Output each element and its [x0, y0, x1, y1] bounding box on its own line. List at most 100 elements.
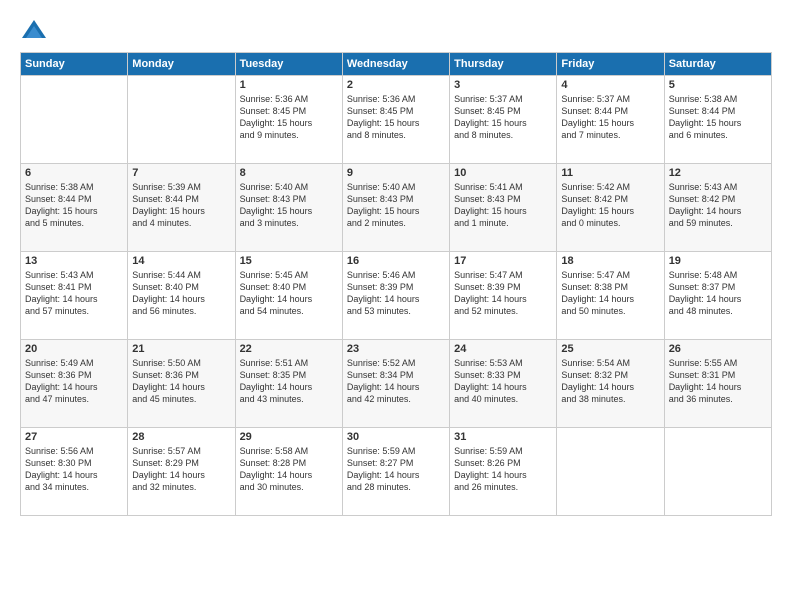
weekday-header-saturday: Saturday: [664, 53, 771, 76]
calendar-cell: 19 Sunrise: 5:48 AM Sunset: 8:37 PM Dayli…: [664, 252, 771, 340]
logo: [20, 16, 52, 44]
calendar-cell: 26 Sunrise: 5:55 AM Sunset: 8:31 PM Dayli…: [664, 340, 771, 428]
day-number: 28: [132, 431, 230, 443]
calendar-cell: [557, 428, 664, 516]
calendar-cell: 30Sunrise: 5:59 AM Sunset: 8:27 PM Dayli…: [342, 428, 449, 516]
day-number: 12: [669, 167, 767, 179]
calendar-cell: [128, 76, 235, 164]
calendar-cell: 9 Sunrise: 5:40 AM Sunset: 8:43 PM Daylig…: [342, 164, 449, 252]
day-number: 7: [132, 167, 230, 179]
calendar-week-row: 1 Sunrise: 5:36 AM Sunset: 8:45 PM Daylig…: [21, 76, 772, 164]
calendar-cell: 7 Sunrise: 5:39 AM Sunset: 8:44 PM Daylig…: [128, 164, 235, 252]
day-info: Sunrise: 5:51 AM Sunset: 8:35 PM Dayligh…: [240, 357, 338, 406]
day-info: Sunrise: 5:44 AM Sunset: 8:40 PM Dayligh…: [132, 269, 230, 318]
day-info: Sunrise: 5:54 AM Sunset: 8:32 PM Dayligh…: [561, 357, 659, 406]
day-number: 22: [240, 343, 338, 355]
calendar-cell: 20 Sunrise: 5:49 AM Sunset: 8:36 PM Dayli…: [21, 340, 128, 428]
weekday-header-thursday: Thursday: [450, 53, 557, 76]
page: SundayMondayTuesdayWednesdayThursdayFrid…: [0, 0, 792, 612]
calendar-cell: 14 Sunrise: 5:44 AM Sunset: 8:40 PM Dayli…: [128, 252, 235, 340]
day-number: 27: [25, 431, 123, 443]
day-number: 14: [132, 255, 230, 267]
day-info: Sunrise: 5:38 AM Sunset: 8:44 PM Dayligh…: [25, 181, 123, 230]
day-number: 13: [25, 255, 123, 267]
day-number: 21: [132, 343, 230, 355]
calendar-cell: 24 Sunrise: 5:53 AM Sunset: 8:33 PM Dayli…: [450, 340, 557, 428]
day-number: 31: [454, 431, 552, 443]
day-number: 6: [25, 167, 123, 179]
day-number: 19: [669, 255, 767, 267]
day-info: Sunrise: 5:42 AM Sunset: 8:42 PM Dayligh…: [561, 181, 659, 230]
day-info: Sunrise: 5:53 AM Sunset: 8:33 PM Dayligh…: [454, 357, 552, 406]
day-info: Sunrise: 5:38 AM Sunset: 8:44 PM Dayligh…: [669, 93, 767, 142]
day-number: 26: [669, 343, 767, 355]
day-number: 3: [454, 79, 552, 91]
day-number: 23: [347, 343, 445, 355]
day-number: 8: [240, 167, 338, 179]
calendar-cell: 28Sunrise: 5:57 AM Sunset: 8:29 PM Dayli…: [128, 428, 235, 516]
logo-icon: [20, 16, 48, 44]
calendar-cell: 5 Sunrise: 5:38 AM Sunset: 8:44 PM Daylig…: [664, 76, 771, 164]
day-info: Sunrise: 5:58 AM Sunset: 8:28 PM Dayligh…: [240, 445, 338, 494]
calendar-cell: [664, 428, 771, 516]
day-info: Sunrise: 5:55 AM Sunset: 8:31 PM Dayligh…: [669, 357, 767, 406]
calendar-cell: 23 Sunrise: 5:52 AM Sunset: 8:34 PM Dayli…: [342, 340, 449, 428]
calendar-cell: 22 Sunrise: 5:51 AM Sunset: 8:35 PM Dayli…: [235, 340, 342, 428]
day-number: 30: [347, 431, 445, 443]
day-number: 18: [561, 255, 659, 267]
calendar-cell: 2Sunrise: 5:36 AM Sunset: 8:45 PM Daylig…: [342, 76, 449, 164]
weekday-header-friday: Friday: [557, 53, 664, 76]
calendar-week-row: 27 Sunrise: 5:56 AM Sunset: 8:30 PM Dayli…: [21, 428, 772, 516]
day-number: 20: [25, 343, 123, 355]
calendar-cell: 3 Sunrise: 5:37 AM Sunset: 8:45 PM Daylig…: [450, 76, 557, 164]
day-info: Sunrise: 5:40 AM Sunset: 8:43 PM Dayligh…: [347, 181, 445, 230]
day-number: 10: [454, 167, 552, 179]
day-number: 17: [454, 255, 552, 267]
weekday-header-sunday: Sunday: [21, 53, 128, 76]
day-number: 16: [347, 255, 445, 267]
day-info: Sunrise: 5:50 AM Sunset: 8:36 PM Dayligh…: [132, 357, 230, 406]
day-number: 15: [240, 255, 338, 267]
calendar-week-row: 20 Sunrise: 5:49 AM Sunset: 8:36 PM Dayli…: [21, 340, 772, 428]
day-info: Sunrise: 5:49 AM Sunset: 8:36 PM Dayligh…: [25, 357, 123, 406]
calendar-cell: 31 Sunrise: 5:59 AM Sunset: 8:26 PM Dayli…: [450, 428, 557, 516]
day-info: Sunrise: 5:37 AM Sunset: 8:45 PM Dayligh…: [454, 93, 552, 142]
calendar-cell: 17Sunrise: 5:47 AM Sunset: 8:39 PM Dayli…: [450, 252, 557, 340]
calendar-cell: 1 Sunrise: 5:36 AM Sunset: 8:45 PM Daylig…: [235, 76, 342, 164]
day-info: Sunrise: 5:36 AM Sunset: 8:45 PM Dayligh…: [347, 93, 445, 142]
day-info: Sunrise: 5:47 AM Sunset: 8:38 PM Dayligh…: [561, 269, 659, 318]
day-number: 9: [347, 167, 445, 179]
calendar-cell: 13 Sunrise: 5:43 AM Sunset: 8:41 PM Dayli…: [21, 252, 128, 340]
day-info: Sunrise: 5:45 AM Sunset: 8:40 PM Dayligh…: [240, 269, 338, 318]
day-info: Sunrise: 5:43 AM Sunset: 8:41 PM Dayligh…: [25, 269, 123, 318]
day-info: Sunrise: 5:48 AM Sunset: 8:37 PM Dayligh…: [669, 269, 767, 318]
day-info: Sunrise: 5:52 AM Sunset: 8:34 PM Dayligh…: [347, 357, 445, 406]
day-info: Sunrise: 5:46 AM Sunset: 8:39 PM Dayligh…: [347, 269, 445, 318]
day-info: Sunrise: 5:59 AM Sunset: 8:26 PM Dayligh…: [454, 445, 552, 494]
calendar-week-row: 6 Sunrise: 5:38 AM Sunset: 8:44 PM Daylig…: [21, 164, 772, 252]
day-number: 5: [669, 79, 767, 91]
calendar-cell: 6 Sunrise: 5:38 AM Sunset: 8:44 PM Daylig…: [21, 164, 128, 252]
calendar-cell: 29 Sunrise: 5:58 AM Sunset: 8:28 PM Dayli…: [235, 428, 342, 516]
calendar-cell: 27 Sunrise: 5:56 AM Sunset: 8:30 PM Dayli…: [21, 428, 128, 516]
day-number: 24: [454, 343, 552, 355]
day-info: Sunrise: 5:39 AM Sunset: 8:44 PM Dayligh…: [132, 181, 230, 230]
calendar-cell: 11 Sunrise: 5:42 AM Sunset: 8:42 PM Dayli…: [557, 164, 664, 252]
calendar-cell: 12 Sunrise: 5:43 AM Sunset: 8:42 PM Dayli…: [664, 164, 771, 252]
day-number: 25: [561, 343, 659, 355]
day-info: Sunrise: 5:41 AM Sunset: 8:43 PM Dayligh…: [454, 181, 552, 230]
calendar-cell: 21 Sunrise: 5:50 AM Sunset: 8:36 PM Dayli…: [128, 340, 235, 428]
day-number: 4: [561, 79, 659, 91]
day-info: Sunrise: 5:36 AM Sunset: 8:45 PM Dayligh…: [240, 93, 338, 142]
header: [20, 16, 772, 44]
day-number: 29: [240, 431, 338, 443]
calendar-cell: 8Sunrise: 5:40 AM Sunset: 8:43 PM Daylig…: [235, 164, 342, 252]
day-number: 1: [240, 79, 338, 91]
day-info: Sunrise: 5:56 AM Sunset: 8:30 PM Dayligh…: [25, 445, 123, 494]
calendar-cell: [21, 76, 128, 164]
calendar-cell: 10 Sunrise: 5:41 AM Sunset: 8:43 PM Dayli…: [450, 164, 557, 252]
calendar-week-row: 13 Sunrise: 5:43 AM Sunset: 8:41 PM Dayli…: [21, 252, 772, 340]
calendar-cell: 4Sunrise: 5:37 AM Sunset: 8:44 PM Daylig…: [557, 76, 664, 164]
day-info: Sunrise: 5:43 AM Sunset: 8:42 PM Dayligh…: [669, 181, 767, 230]
day-number: 11: [561, 167, 659, 179]
